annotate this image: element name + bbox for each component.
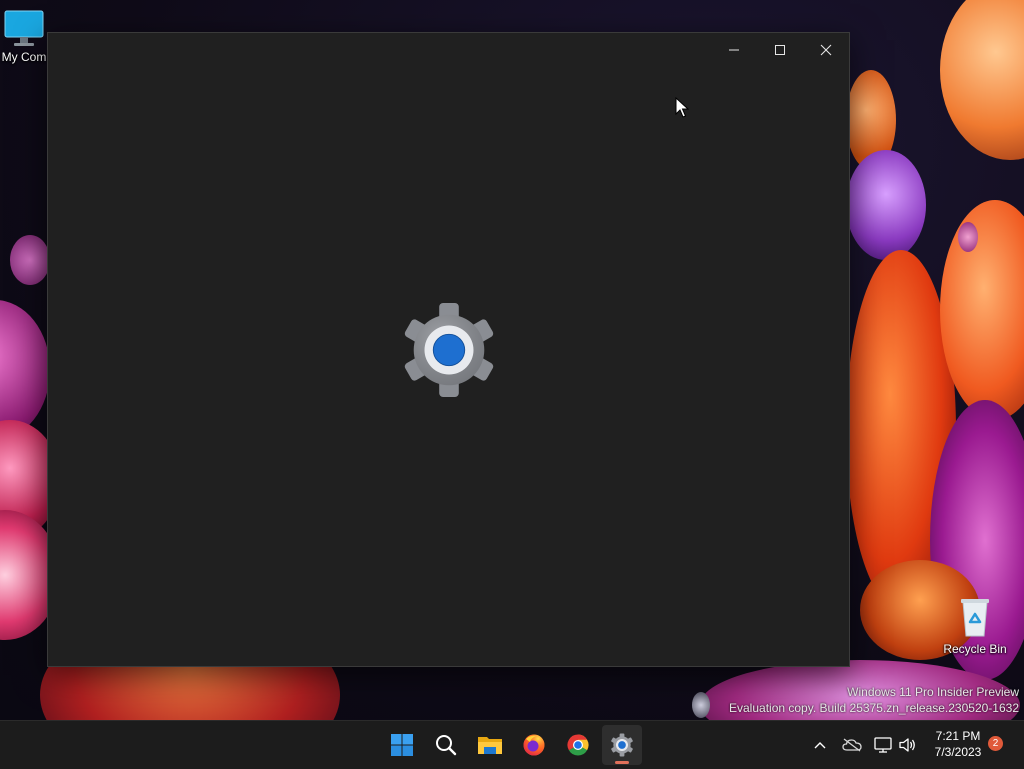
- monitor-icon: [4, 10, 44, 46]
- watermark-edition: Windows 11 Pro Insider Preview: [847, 685, 1019, 699]
- windows-start-icon: [391, 734, 413, 756]
- windows-watermark: Windows 11 Pro Insider Preview Evaluatio…: [729, 684, 1019, 716]
- settings-window[interactable]: [47, 32, 850, 667]
- chevron-up-icon: [814, 742, 826, 749]
- show-hidden-icons-button[interactable]: [808, 721, 832, 769]
- close-button[interactable]: [803, 33, 849, 67]
- title-bar[interactable]: [48, 33, 849, 67]
- active-app-indicator: [615, 761, 629, 764]
- network-tray-button[interactable]: [872, 721, 894, 769]
- firefox-icon: [523, 734, 545, 756]
- maximize-icon: [775, 45, 785, 55]
- onedrive-icon: [842, 738, 862, 752]
- folder-icon: [478, 737, 502, 754]
- settings-gear-icon: [611, 733, 633, 757]
- clock-time: 7:21 PM: [935, 729, 981, 743]
- onedrive-tray-button[interactable]: [840, 721, 864, 769]
- desktop-icon-label: Recycle Bin: [943, 642, 1007, 656]
- minimize-icon: [729, 49, 739, 51]
- minimize-button[interactable]: [711, 33, 757, 67]
- watermark-build: Evaluation copy. Build 25375.zn_release.…: [729, 701, 1019, 715]
- start-button[interactable]: [382, 725, 422, 765]
- desktop-icon-recycle-bin[interactable]: Recycle Bin: [937, 596, 1013, 656]
- close-icon: [820, 44, 832, 56]
- settings-button[interactable]: [602, 725, 642, 765]
- volume-tray-button[interactable]: [897, 721, 919, 769]
- notification-badge[interactable]: 2: [988, 736, 1003, 751]
- search-button[interactable]: [426, 725, 466, 765]
- mouse-cursor-icon: [675, 97, 689, 118]
- chrome-icon: [567, 734, 589, 756]
- taskbar: 7:21 PM 7/3/2023: [0, 720, 1024, 769]
- firefox-button[interactable]: [514, 725, 554, 765]
- file-explorer-button[interactable]: [470, 725, 510, 765]
- clock-date: 7/3/2023: [934, 745, 982, 759]
- taskbar-clock[interactable]: 7:21 PM 7/3/2023: [925, 728, 991, 760]
- chrome-button[interactable]: [558, 725, 598, 765]
- volume-icon: [899, 738, 915, 752]
- settings-gear-icon: [404, 302, 494, 398]
- search-icon: [436, 735, 457, 756]
- recycle-bin-icon: [961, 599, 989, 637]
- maximize-button[interactable]: [757, 33, 803, 67]
- network-icon: [874, 737, 892, 753]
